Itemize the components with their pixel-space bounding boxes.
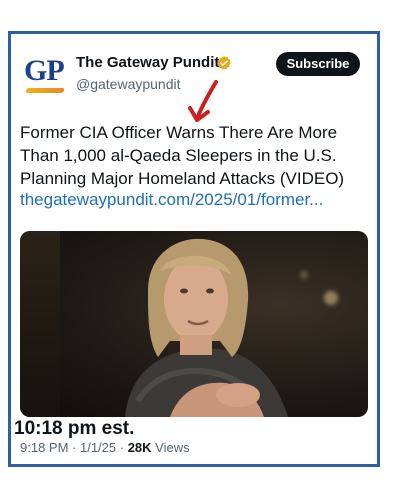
- annotation-arrow-icon: [188, 80, 218, 122]
- account-avatar[interactable]: GP: [24, 52, 68, 96]
- meta-separator: ·: [68, 440, 80, 455]
- tweet-link[interactable]: thegatewaypundit.com/2025/01/former...: [20, 190, 323, 210]
- views-count: 28K: [127, 440, 152, 455]
- tweet-text-line: Former CIA Officer Warns There Are More: [20, 123, 338, 142]
- video-thumbnail[interactable]: [20, 231, 368, 417]
- tweet-meta: 9:18 PM · 1/1/25 · 28K Views: [20, 440, 190, 455]
- tweet-text-line: Than 1,000 al-Qaeda Sleepers in the U.S.: [20, 146, 337, 165]
- account-name[interactable]: The Gateway Pundit: [76, 54, 219, 71]
- tweet-time[interactable]: 9:18 PM: [20, 440, 68, 455]
- subscribe-button[interactable]: Subscribe: [276, 52, 360, 76]
- logo-text: GP: [24, 54, 65, 87]
- annotation-time-note: 10:18 pm est.: [14, 418, 135, 439]
- tweet-text: Former CIA Officer Warns There Are More …: [20, 121, 370, 190]
- logo-swoosh: [25, 88, 65, 93]
- tweet-date[interactable]: 1/1/25: [80, 440, 116, 455]
- views-label: Views: [151, 440, 190, 455]
- account-handle[interactable]: @gatewaypundit: [76, 76, 181, 92]
- video-speaker-figure: [125, 238, 288, 417]
- meta-separator: ·: [116, 440, 128, 455]
- verified-badge-icon: [217, 56, 231, 70]
- tweet-text-line: Planning Major Homeland Attacks (VIDEO): [20, 169, 345, 188]
